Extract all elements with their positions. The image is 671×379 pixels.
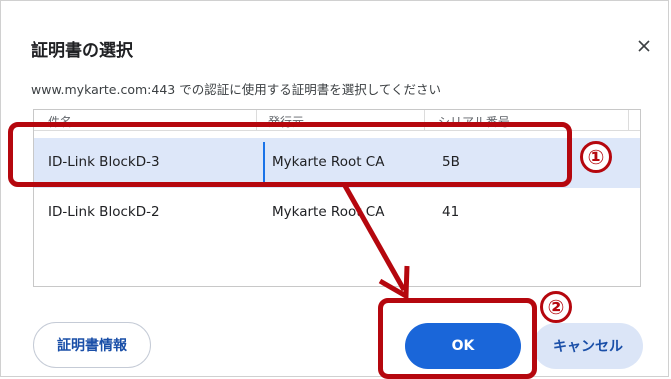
- column-header-issuer[interactable]: 発行元: [268, 113, 304, 130]
- row-serial: 41: [442, 204, 460, 220]
- close-icon[interactable]: [637, 39, 651, 53]
- table-row-selected[interactable]: ID-Link BlockD-3 Mykarte Root CA 5B: [34, 138, 640, 188]
- column-divider[interactable]: [256, 110, 257, 130]
- row-subject: ID-Link BlockD-3: [48, 154, 160, 170]
- column-header-serial[interactable]: シリアル番号: [438, 113, 510, 130]
- row-issuer: Mykarte Root CA: [272, 154, 385, 170]
- certificate-table: 件名 発行元 シリアル番号 ID-Link BlockD-3 Mykarte R…: [33, 109, 641, 287]
- row-subject: ID-Link BlockD-2: [48, 204, 160, 220]
- dialog-title: 証明書の選択: [31, 41, 133, 61]
- table-row[interactable]: ID-Link BlockD-2 Mykarte Root CA 41: [34, 188, 640, 238]
- row-issuer: Mykarte Root CA: [272, 204, 385, 220]
- column-divider[interactable]: [628, 110, 629, 130]
- column-header-subject[interactable]: 件名: [48, 113, 72, 130]
- certificate-selection-dialog: 証明書の選択 www.mykarte.com:443 での認証に使用する証明書を…: [0, 0, 669, 377]
- step1-badge: ①: [580, 141, 612, 173]
- step2-badge: ②: [540, 291, 572, 323]
- cancel-button[interactable]: キャンセル: [533, 323, 643, 369]
- row-serial: 5B: [442, 154, 460, 170]
- dialog-subtitle: www.mykarte.com:443 での認証に使用する証明書を選択してくださ…: [31, 82, 441, 97]
- ok-button[interactable]: OK: [405, 323, 521, 369]
- certificate-info-button[interactable]: 証明書情報: [33, 322, 151, 368]
- focus-divider: [263, 142, 265, 184]
- column-divider[interactable]: [424, 110, 425, 130]
- table-header: 件名 発行元 シリアル番号: [34, 110, 640, 131]
